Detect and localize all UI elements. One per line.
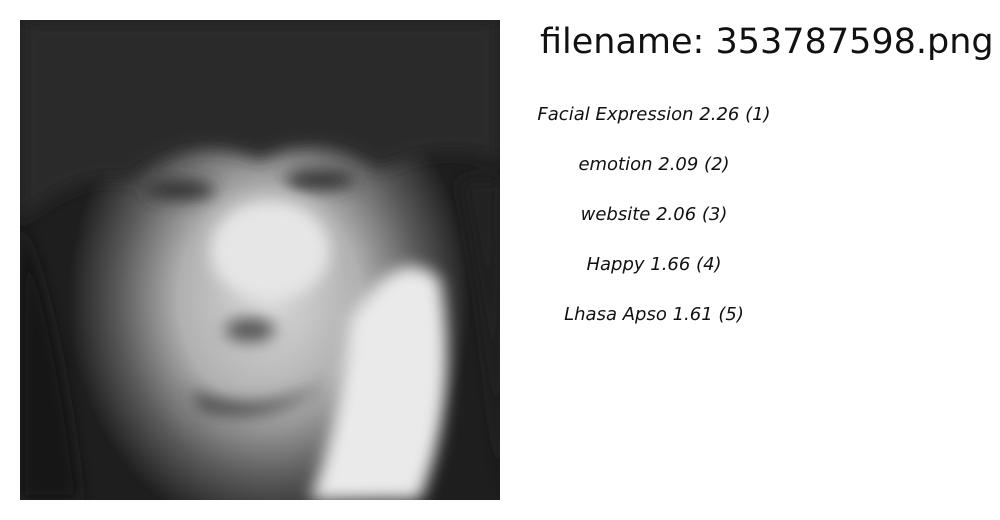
photo-illustration [20, 20, 500, 500]
label-item: Lhasa Apso 1.61 (5) [564, 304, 744, 325]
label-item: emotion 2.09 (2) [578, 154, 730, 175]
label-item: website 2.06 (3) [580, 204, 728, 225]
label-item: Facial Expression 2.26 (1) [537, 104, 771, 125]
filename-title: filename: 353787598.png [540, 22, 994, 62]
label-item: Happy 1.66 (4) [586, 254, 722, 275]
face-photo [20, 20, 500, 500]
